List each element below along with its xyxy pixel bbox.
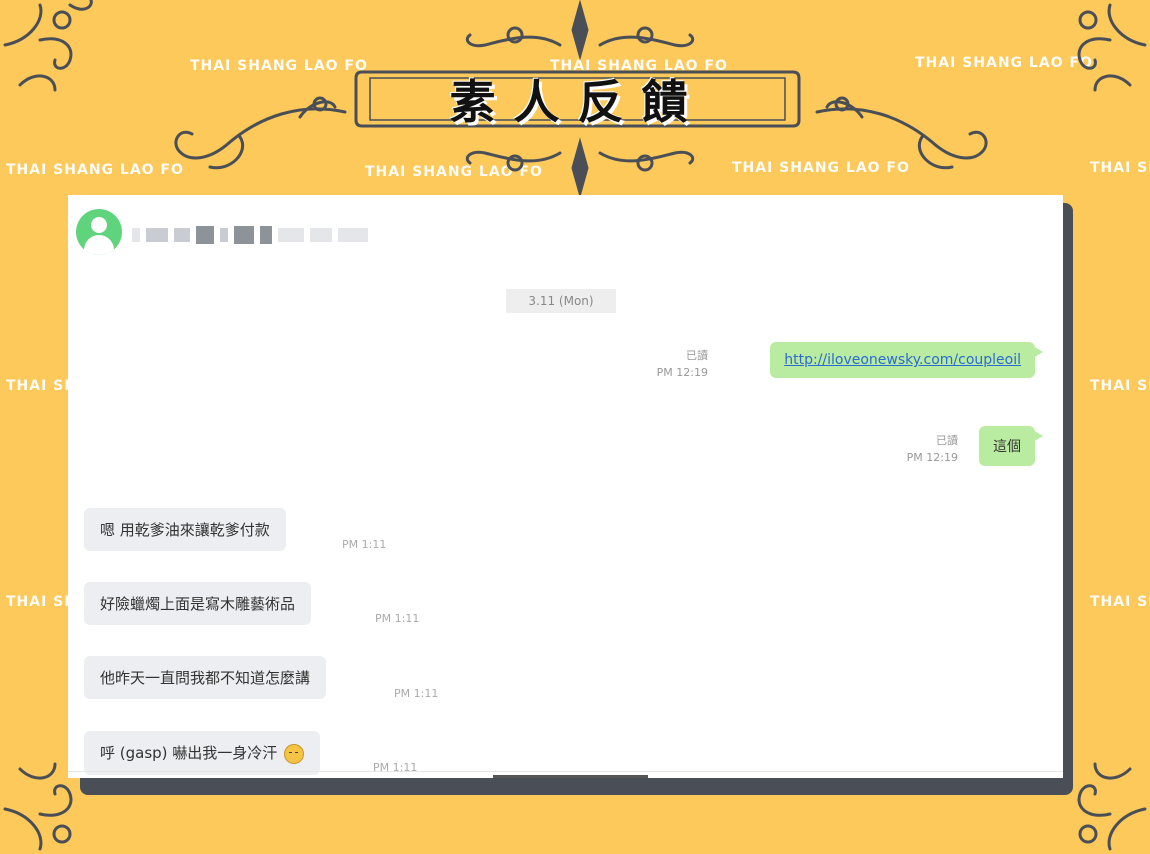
message-meta: 已讀 PM 12:19 [907,432,958,466]
incoming-message-bubble: 他昨天一直問我都不知道怎麼講 [84,656,327,699]
message-link[interactable]: http://iloveonewsky.com/coupleoil [784,352,1021,368]
watermark: THAI SHANG LAO FO [1090,160,1150,176]
outgoing-message-bubble: 這個 [979,426,1043,466]
user-avatar-icon[interactable] [76,209,122,255]
chat-panel: 3.11 (Mon) 已讀 PM 12:19 http://iloveonews… [68,195,1063,778]
watermark: THAI SHANG LAO FO [190,58,368,74]
scrollbar[interactable] [493,775,648,778]
message-time: PM 1:11 [394,687,439,700]
message-time: PM 12:19 [906,451,958,464]
chat-header [68,195,1063,267]
incoming-message-bubble: 好險蠟燭上面是寫木雕藝術品 [84,582,312,625]
message-text: 呼 (gasp) 嚇出我一身冷汗 [100,744,278,762]
page-title: 素人反饋 [449,75,706,129]
incoming-message-bubble: 呼 (gasp) 嚇出我一身冷汗 [84,731,321,775]
message-meta: 已讀 PM 12:19 [657,347,708,381]
title-banner: 素人反饋 [350,66,805,132]
message-text: 嗯 用乾爹油來讓乾爹付款 [100,521,270,539]
outgoing-message-bubble: http://iloveonewsky.com/coupleoil [770,342,1043,378]
scroll-flourish-icon [174,96,347,170]
watermark: THAI SHANG LAO FO [1090,378,1150,394]
read-status: 已讀 [936,434,958,447]
message-text: 好險蠟燭上面是寫木雕藝術品 [100,595,296,613]
date-separator: 3.11 (Mon) [506,289,616,313]
incoming-message-bubble: 嗯 用乾爹油來讓乾爹付款 [84,508,286,551]
scroll-flourish-icon [815,96,988,170]
pixelated-contact-name [132,221,402,249]
message-text: 他昨天一直問我都不知道怎麼講 [100,669,311,687]
watermark: THAI SHANG LAO FO [6,594,68,610]
corner-flourish-icon [1077,3,1147,92]
corner-flourish-icon [3,0,93,92]
watermark: THAI SHANG LAO FO [1090,594,1150,610]
read-status: 已讀 [686,349,708,362]
divider [68,771,1063,772]
message-text: 這個 [993,439,1021,455]
message-time: PM 1:11 [373,761,418,774]
top-ornament-icon [465,0,695,61]
bottom-ornament-icon [465,137,695,198]
sweat-face-emoji-icon [284,743,305,764]
message-time: PM 12:19 [656,366,708,379]
message-time: PM 1:11 [342,538,387,551]
watermark: THAI SHANG LAO FO [6,378,68,394]
message-time: PM 1:11 [375,612,420,625]
